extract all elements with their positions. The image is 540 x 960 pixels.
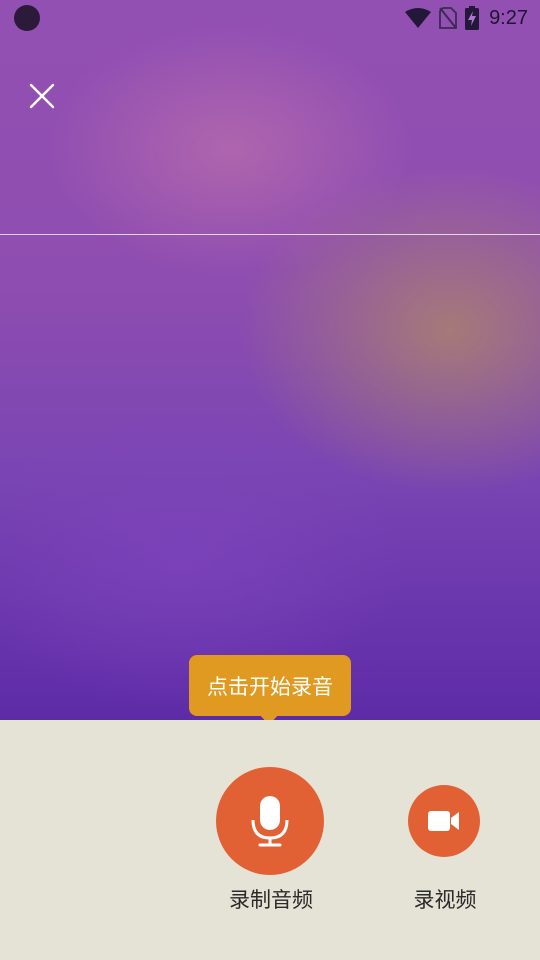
status-icons: 9:27 [405, 5, 528, 31]
record-hint-tooltip: 点击开始录音 [189, 655, 351, 716]
divider-line [0, 234, 540, 235]
video-camera-icon [428, 811, 459, 831]
close-button[interactable] [20, 74, 64, 118]
record-video-label: 录视频 [413, 888, 477, 912]
no-sim-icon [439, 7, 457, 29]
status-time: 9:27 [489, 6, 528, 29]
record-audio-label: 录制音频 [229, 888, 313, 912]
battery-charging-icon [465, 6, 480, 30]
notification-dot [14, 5, 40, 31]
close-icon [29, 83, 55, 109]
record-video-button[interactable] [408, 785, 480, 857]
microphone-icon [251, 796, 289, 847]
background-gradient [0, 0, 540, 720]
tooltip-text: 点击开始录音 [207, 674, 333, 699]
status-bar: 9:27 [0, 0, 540, 36]
wifi-icon [405, 8, 432, 28]
record-audio-button[interactable] [216, 767, 324, 875]
